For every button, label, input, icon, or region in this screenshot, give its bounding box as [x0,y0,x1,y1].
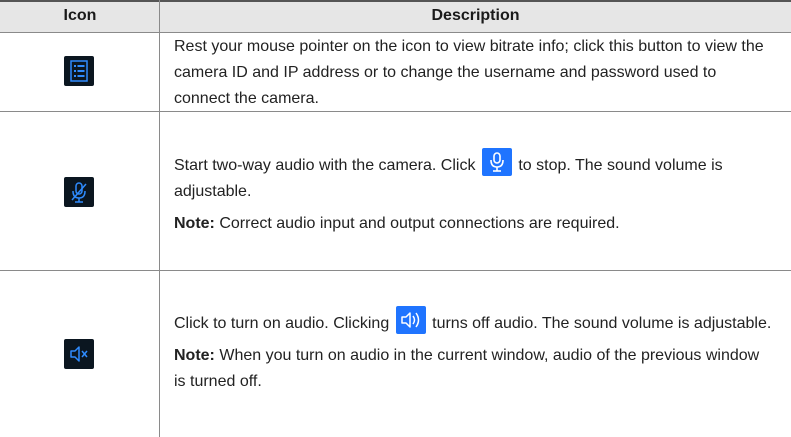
header-divider [0,32,791,33]
icon-description-table: Icon Description Rest your mouse pointer… [0,0,791,437]
description-text: Click to turn on audio. Clicking turns o… [174,306,774,337]
header-icon: Icon [63,7,97,24]
row-description: Rest your mouse pointer on the icon to v… [174,34,774,112]
table-top-border [0,0,791,2]
note-label: Note: [174,215,215,232]
note-label: Note: [174,347,215,364]
row-description: Start two-way audio with the camera. Cli… [174,148,774,237]
microphone-icon [481,148,512,176]
row-divider [0,270,791,271]
description-text-after: turns off audio. The sound volume is adj… [432,315,772,332]
header-description: Description [431,7,520,24]
row-description: Click to turn on audio. Clicking turns o… [174,306,774,395]
note-text: When you turn on audio in the current wi… [174,347,760,390]
speaker-muted-icon [64,339,94,369]
note: Note: When you turn on audio in the curr… [174,343,774,395]
description-text: Start two-way audio with the camera. Cli… [174,148,774,205]
description-text: Rest your mouse pointer on the icon to v… [174,38,764,107]
table-header: Icon Description [0,0,791,32]
microphone-muted-icon [64,177,94,207]
bitrate-info-icon [64,56,94,86]
note: Note: Correct audio input and output con… [174,211,774,237]
note-text: Correct audio input and output connectio… [219,215,620,232]
description-text-before: Click to turn on audio. Clicking [174,315,390,332]
speaker-on-icon [395,306,426,334]
description-text-before: Start two-way audio with the camera. Cli… [174,157,476,174]
column-divider [159,0,160,437]
